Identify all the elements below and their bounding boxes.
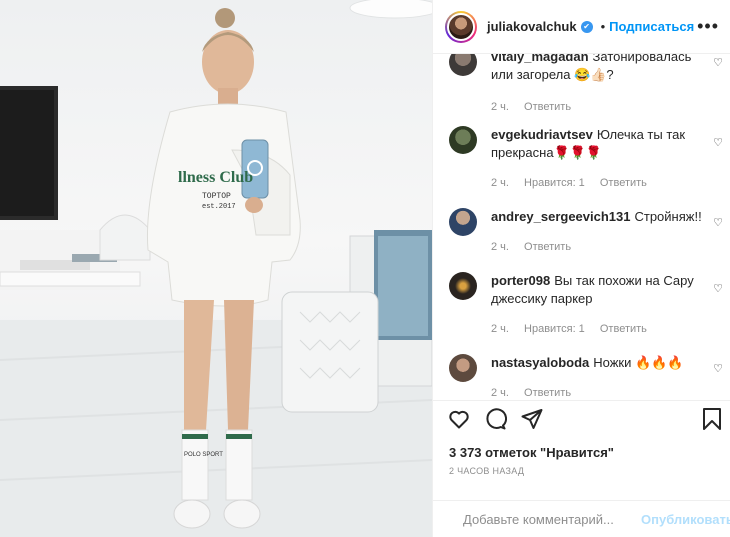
comment-text: Ножки 🔥🔥🔥 — [593, 355, 684, 370]
comment-time[interactable]: 2 ч. — [491, 241, 509, 253]
likes-count[interactable]: 3 373 отметок "Нравится" — [449, 445, 614, 460]
comment-avatar[interactable] — [449, 54, 477, 76]
like-comment-heart-icon[interactable]: ♡ — [713, 362, 723, 375]
comment-meta: 2 ч. Ответить — [491, 238, 715, 256]
comment-meta: 2 ч. Нравится: 1 Ответить — [491, 320, 715, 338]
post-photo[interactable]: llness Club ТОРТОР est.2017 POLO SPORT — [0, 0, 432, 537]
reply-button[interactable]: Ответить — [600, 323, 647, 335]
header-separator: • — [600, 19, 606, 34]
comments-list[interactable]: vitaly_magadan Затонировалась или загорел… — [433, 54, 730, 400]
photo-illustration: llness Club ТОРТОР est.2017 POLO SPORT — [0, 0, 432, 537]
comment-item: nastasyaloboda Ножки 🔥🔥🔥 2 ч. Ответить ♡ — [433, 354, 730, 400]
like-comment-heart-icon[interactable]: ♡ — [713, 56, 723, 69]
comment-bubble-icon[interactable] — [483, 407, 507, 431]
add-comment-bar: Опубликовать — [433, 500, 730, 537]
comment-username[interactable]: porter098 — [491, 273, 550, 288]
verified-badge-icon: ✔ — [580, 20, 593, 33]
comment-time[interactable]: 2 ч. — [491, 323, 509, 335]
reply-button[interactable]: Ответить — [524, 241, 571, 253]
shirt-sub2: est.2017 — [202, 203, 236, 211]
share-send-icon[interactable] — [520, 407, 544, 431]
author-avatar[interactable] — [445, 10, 477, 43]
follow-button[interactable]: Подписаться — [609, 19, 694, 34]
like-heart-icon[interactable] — [447, 407, 471, 431]
post-actions-bar — [433, 400, 730, 441]
post-timestamp[interactable]: 2 ЧАСОВ НАЗАД — [449, 466, 524, 476]
comment-item: vitaly_magadan Затонировалась или загорел… — [433, 54, 730, 116]
comment-username[interactable]: andrey_sergeevich131 — [491, 209, 630, 224]
comment-time[interactable]: 2 ч. — [491, 177, 509, 189]
comment-username[interactable]: nastasyaloboda — [491, 355, 589, 370]
comment-avatar[interactable] — [449, 126, 477, 154]
comment-likes-count[interactable]: Нравится: 1 — [524, 323, 585, 335]
comment-text: Стройняж!! — [634, 209, 702, 224]
sock-text: POLO SPORT — [184, 452, 223, 458]
comment-meta: 2 ч. Ответить — [491, 98, 715, 116]
comment-avatar[interactable] — [449, 208, 477, 236]
reply-button[interactable]: Ответить — [524, 387, 571, 399]
shirt-text: llness Club — [178, 169, 253, 186]
like-comment-heart-icon[interactable]: ♡ — [713, 136, 723, 149]
post-side-panel: juliakovalchuk ✔ • Подписаться ••• vital… — [432, 0, 730, 537]
shirt-sub1: ТОРТОР — [202, 192, 231, 201]
comment-item: porter098 Вы так похожи на Сару джессику … — [433, 272, 730, 338]
comment-time[interactable]: 2 ч. — [491, 387, 509, 399]
post-header: juliakovalchuk ✔ • Подписаться ••• — [433, 0, 730, 54]
publish-button[interactable]: Опубликовать — [641, 512, 730, 527]
reply-button[interactable]: Ответить — [600, 177, 647, 189]
more-options-icon[interactable]: ••• — [697, 16, 719, 37]
comment-username[interactable]: evgekudriavtsev — [491, 127, 593, 142]
instagram-post-view: llness Club ТОРТОР est.2017 POLO SPORT j… — [0, 0, 730, 537]
comment-meta: 2 ч. Ответить — [491, 384, 715, 400]
like-comment-heart-icon[interactable]: ♡ — [713, 216, 723, 229]
comment-time[interactable]: 2 ч. — [491, 101, 509, 113]
comment-meta: 2 ч. Нравится: 1 Ответить — [491, 174, 715, 192]
comment-item: andrey_sergeevich131 Стройняж!! 2 ч. Отве… — [433, 208, 730, 256]
comment-avatar[interactable] — [449, 354, 477, 382]
author-username[interactable]: juliakovalchuk — [487, 19, 577, 34]
comment-input[interactable] — [461, 510, 641, 528]
comment-username[interactable]: vitaly_magadan — [491, 54, 589, 64]
reply-button[interactable]: Ответить — [524, 101, 571, 113]
save-bookmark-icon[interactable] — [701, 407, 723, 431]
comment-avatar[interactable] — [449, 272, 477, 300]
comment-item: evgekudriavtsev Юлечка ты так прекрасна🌹🌹… — [433, 126, 730, 192]
like-comment-heart-icon[interactable]: ♡ — [713, 282, 723, 295]
comment-likes-count[interactable]: Нравится: 1 — [524, 177, 585, 189]
